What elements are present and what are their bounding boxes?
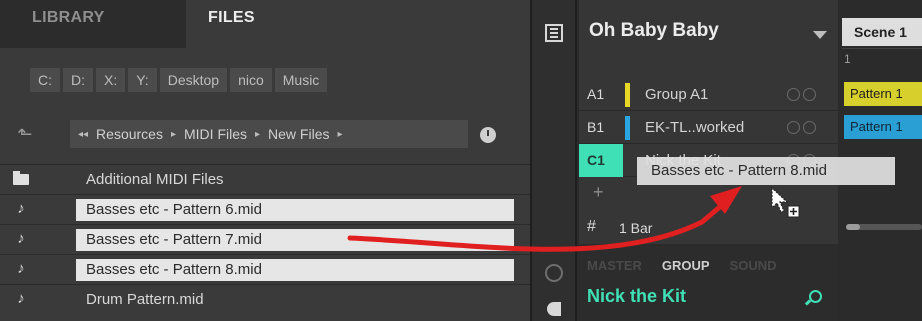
group-name: Group A1 [645,86,709,103]
channel-tabs: MASTER GROUP SOUND [587,258,777,273]
add-group-plus-icon[interactable]: + [593,182,604,203]
group-id: A1 [587,86,605,102]
arranger-view-icon[interactable] [545,24,563,42]
solo-icon[interactable] [787,88,800,101]
breadcrumb-item[interactable]: New Files [268,126,329,142]
breadcrumb[interactable]: ◂◂ Resources ▸ MIDI Files ▸ New Files ▸ [70,120,468,148]
breadcrumb-separator-icon: ▸ [255,128,261,140]
pattern-clip[interactable]: Pattern 1 [844,82,922,106]
file-name: Basses etc - Pattern 7.mid [76,229,514,251]
drag-ghost-label: Basses etc - Pattern 8.mid [637,157,895,185]
drive-button-nico[interactable]: nico [230,68,272,92]
group-name: EK-TL..worked [645,119,745,136]
selected-group-name: Nick the Kit [587,286,687,306]
breadcrumb-separator-icon: ▸ [170,128,176,140]
group-id: B1 [587,119,605,135]
drive-button-x[interactable]: X: [96,68,126,92]
file-list: Additional MIDI Files ♪ Basses etc - Pat… [0,164,530,314]
channel-info-panel: MASTER GROUP SOUND Nick the Kit [579,246,838,321]
file-name: Additional MIDI Files [86,171,224,188]
tab-master[interactable]: MASTER [587,258,642,273]
list-item[interactable]: Additional MIDI Files [0,164,530,194]
solo-icon[interactable] [787,121,800,134]
power-icon[interactable] [803,121,816,134]
pattern-length-label[interactable]: 1 Bar [619,220,652,236]
file-name: Drum Pattern.mid [86,291,204,308]
midi-note-icon: ♪ [17,200,25,217]
parent-folder-icon[interactable]: ⬑ [14,120,36,148]
list-item[interactable]: ♪ Basses etc - Pattern 7.mid [0,224,530,254]
drive-button-desktop[interactable]: Desktop [159,68,228,92]
midi-note-icon: ♪ [17,290,25,307]
tab-files[interactable]: FILES [186,0,530,48]
drive-button-y[interactable]: Y: [128,68,157,92]
drag-cursor-icon [771,186,800,218]
pattern-clip[interactable]: Pattern 1 [844,115,922,139]
tab-sound[interactable]: SOUND [730,258,777,273]
drive-buttons: C: D: X: Y: Desktop nico Music [30,68,328,92]
tab-library[interactable]: LIBRARY [0,0,184,48]
breadcrumb-item[interactable]: MIDI Files [184,126,247,142]
drive-button-music[interactable]: Music [274,68,328,92]
breadcrumb-back-icon[interactable]: ◂◂ [78,129,88,140]
folder-icon [10,169,32,189]
group-color-swatch [625,116,630,140]
tab-group[interactable]: GROUP [662,258,710,273]
midi-note-icon: ♪ [17,260,25,277]
path-row: ⬑ ◂◂ Resources ▸ MIDI Files ▸ New Files … [0,114,530,154]
timeline-ruler [842,48,922,49]
group-row-b1[interactable]: B1 EK-TL..worked [579,111,838,144]
knob-icon[interactable] [545,264,563,282]
drive-button-d[interactable]: D: [63,68,93,92]
breadcrumb-separator-icon: ▸ [337,128,343,140]
group-controls [787,121,823,135]
midi-note-icon: ♪ [17,230,25,247]
project-title[interactable]: Oh Baby Baby [589,20,719,42]
list-item[interactable]: ♪ Basses etc - Pattern 8.mid [0,254,530,284]
browser-tabs: LIBRARY FILES [0,0,530,48]
grid-hash-icon: # [587,218,596,235]
file-name: Basses etc - Pattern 6.mid [76,199,514,221]
bar-number: 1 [844,52,851,66]
horizontal-scrollbar[interactable] [846,224,922,230]
group-color-swatch [625,83,630,107]
list-item[interactable]: ♪ Basses etc - Pattern 6.mid [0,194,530,224]
list-item[interactable]: ♪ Drum Pattern.mid [0,284,530,314]
power-icon[interactable] [803,88,816,101]
breadcrumb-item[interactable]: Resources [96,126,163,142]
scene-header[interactable]: Scene 1 [842,18,922,46]
chevron-down-icon[interactable] [813,31,827,39]
drive-button-c[interactable]: C: [30,68,60,92]
group-id: C1 [587,152,605,168]
search-icon[interactable] [809,290,822,303]
group-controls [787,88,823,102]
browser-panel: LIBRARY FILES C: D: X: Y: Desktop nico M… [0,0,530,321]
file-name: Basses etc - Pattern 8.mid [76,259,514,281]
recent-clock-icon[interactable] [480,127,496,143]
group-row-a1[interactable]: A1 Group A1 [579,78,838,111]
view-strip [530,0,577,321]
plugin-icon[interactable] [547,302,561,316]
